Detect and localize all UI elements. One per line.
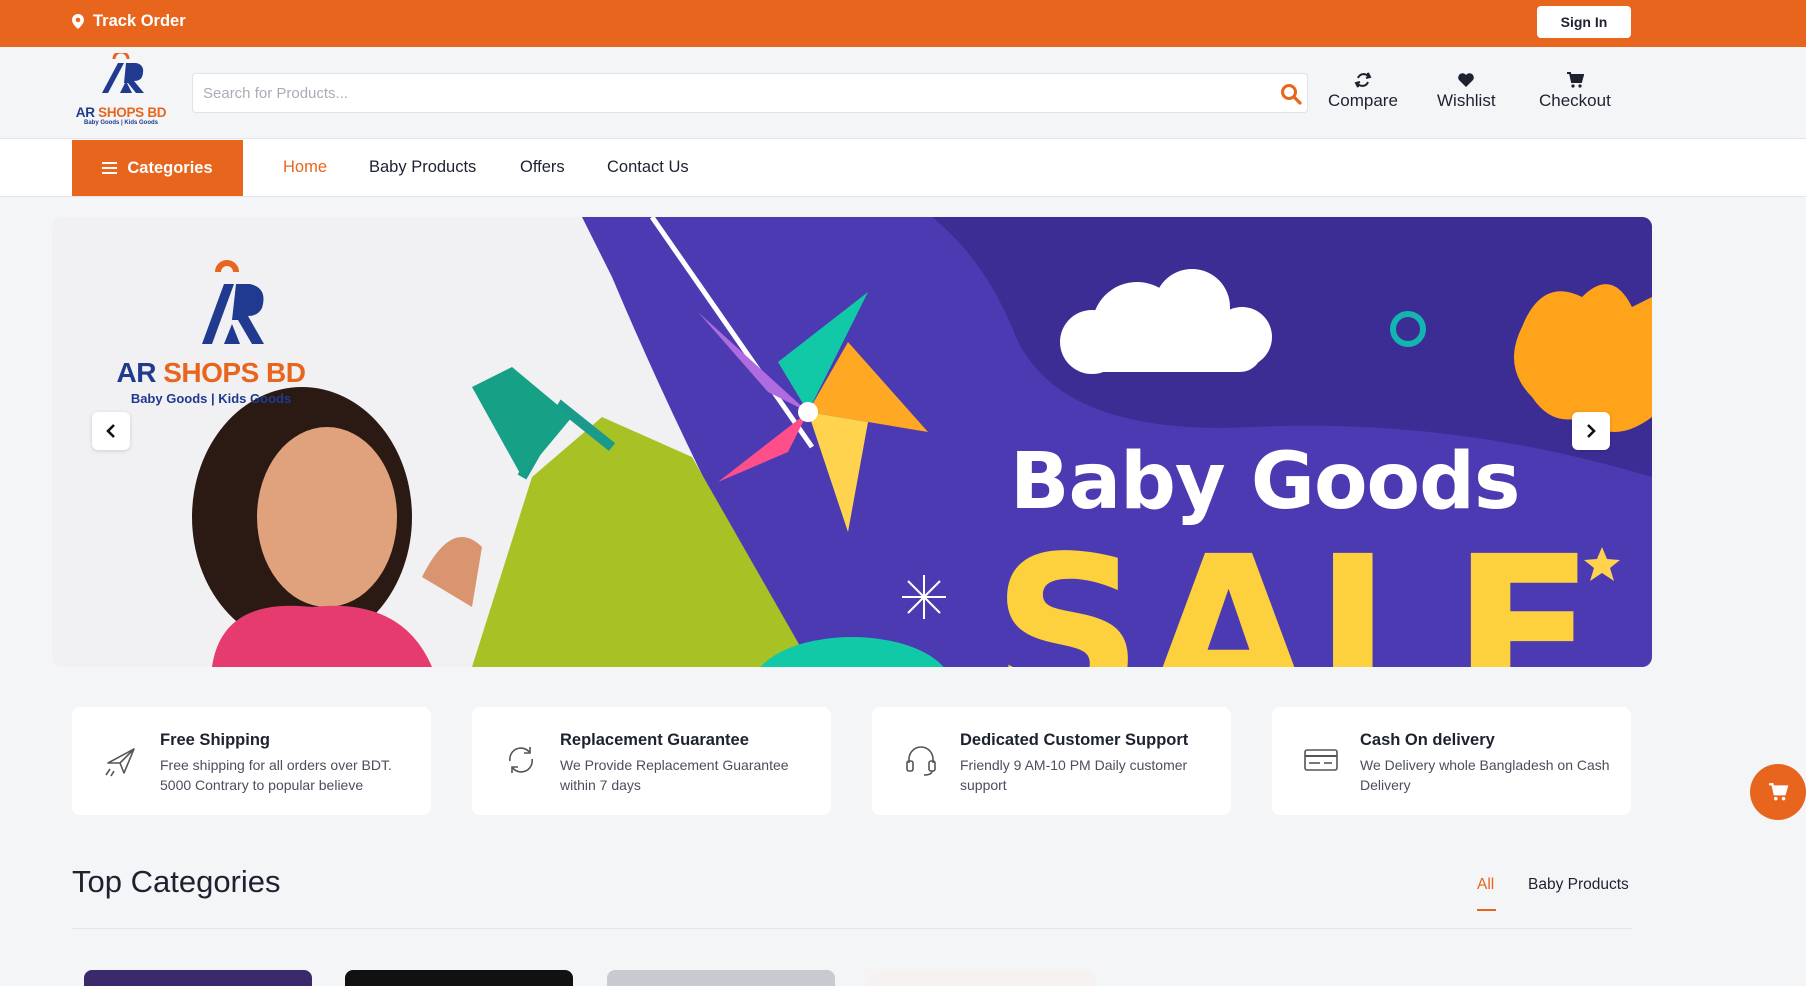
hero-banner[interactable]: AR SHOPS BD Baby Goods | Kids Goods Baby… xyxy=(52,217,1652,667)
category-card[interactable] xyxy=(84,970,312,986)
banner-brand-sub: Baby Goods | Kids Goods xyxy=(130,391,292,406)
feature-desc: Friendly 9 AM-10 PM Daily customer suppo… xyxy=(960,757,1188,793)
search-bar xyxy=(192,73,1308,113)
compare-label: Compare xyxy=(1328,91,1398,110)
categories-label: Categories xyxy=(127,158,213,177)
feature-title: Replacement Guarantee xyxy=(560,731,749,749)
banner-logo-mark xyxy=(202,260,264,344)
divider xyxy=(72,928,1632,929)
banner-brand-b: SHOPS BD xyxy=(163,357,306,388)
feature-desc: We Delivery whole Bangladesh on Cash Del… xyxy=(1360,757,1610,793)
top-categories-title: Top Categories xyxy=(72,864,281,899)
active-tab-indicator xyxy=(1477,909,1496,911)
headset-icon xyxy=(906,746,936,776)
feature-card-cod: Cash On delivery We Delivery whole Bangl… xyxy=(1272,707,1631,815)
cart-icon xyxy=(1566,72,1584,88)
feature-desc: We Provide Replacement Guarantee within … xyxy=(560,757,789,793)
banner-prev-button[interactable] xyxy=(92,412,130,450)
category-card[interactable] xyxy=(607,970,835,986)
feature-desc: Free shipping for all orders over BDT. 5… xyxy=(160,757,392,793)
sign-in-button[interactable]: Sign In xyxy=(1537,6,1631,38)
feature-card-free-shipping: Free Shipping Free shipping for all orde… xyxy=(72,707,431,815)
feature-title: Dedicated Customer Support xyxy=(960,731,1189,749)
refresh-icon xyxy=(509,747,533,773)
banner-brand: AR SHOPS BD Baby Goods | Kids Goods xyxy=(116,357,306,406)
banner-brand-a: AR xyxy=(116,357,157,388)
main-nav: Categories Home Baby Products Offers Con… xyxy=(0,139,1806,197)
credit-card-icon xyxy=(1304,749,1338,771)
cart-icon xyxy=(1769,783,1789,801)
track-order-label: Track Order xyxy=(93,12,186,30)
tab-baby-products[interactable]: Baby Products xyxy=(1528,876,1629,894)
tab-all[interactable]: All xyxy=(1477,876,1494,894)
feature-title: Free Shipping xyxy=(160,731,271,749)
top-bar: Track Order Sign In xyxy=(0,0,1806,47)
banner-next-button[interactable] xyxy=(1572,412,1610,450)
search-input[interactable] xyxy=(203,82,1243,104)
heart-icon xyxy=(1458,73,1475,87)
track-order-link[interactable]: Track Order xyxy=(72,12,186,31)
menu-icon xyxy=(102,162,118,174)
compare-icon xyxy=(1354,72,1372,88)
location-pin-icon xyxy=(72,14,84,29)
category-card[interactable] xyxy=(868,970,1096,986)
site-header: AR SHOPS BD Baby Goods | Kids Goods Comp… xyxy=(0,47,1806,139)
feature-card-support: Dedicated Customer Support Friendly 9 AM… xyxy=(872,707,1231,815)
nav-link-home[interactable]: Home xyxy=(283,158,327,177)
feature-title: Cash On delivery xyxy=(1360,731,1495,749)
search-icon[interactable] xyxy=(1279,82,1303,106)
logo-wordmark: AR SHOPS BD xyxy=(75,105,167,120)
child-illustration xyxy=(192,387,482,667)
wishlist-label: Wishlist xyxy=(1437,91,1496,110)
chevron-left-icon xyxy=(106,424,115,438)
checkout-button[interactable]: Checkout xyxy=(1539,71,1611,111)
logo-mark xyxy=(102,53,144,93)
category-card[interactable] xyxy=(345,970,573,986)
site-logo[interactable]: AR SHOPS BD Baby Goods | Kids Goods xyxy=(74,53,168,126)
feature-card-replacement: Replacement Guarantee We Provide Replace… xyxy=(472,707,831,815)
floating-cart-button[interactable] xyxy=(1750,764,1806,820)
compare-button[interactable]: Compare xyxy=(1328,71,1398,111)
logo-tagline: Baby Goods | Kids Goods xyxy=(83,120,159,126)
categories-button[interactable]: Categories xyxy=(72,140,243,196)
airplane-icon xyxy=(105,748,135,777)
chevron-right-icon xyxy=(1587,424,1596,438)
nav-link-contact-us[interactable]: Contact Us xyxy=(607,158,689,177)
nav-link-offers[interactable]: Offers xyxy=(520,158,565,177)
nav-link-baby-products[interactable]: Baby Products xyxy=(369,158,476,177)
wishlist-button[interactable]: Wishlist xyxy=(1437,71,1496,111)
banner-sale-text: SALE xyxy=(992,511,1600,668)
checkout-label: Checkout xyxy=(1539,91,1611,110)
